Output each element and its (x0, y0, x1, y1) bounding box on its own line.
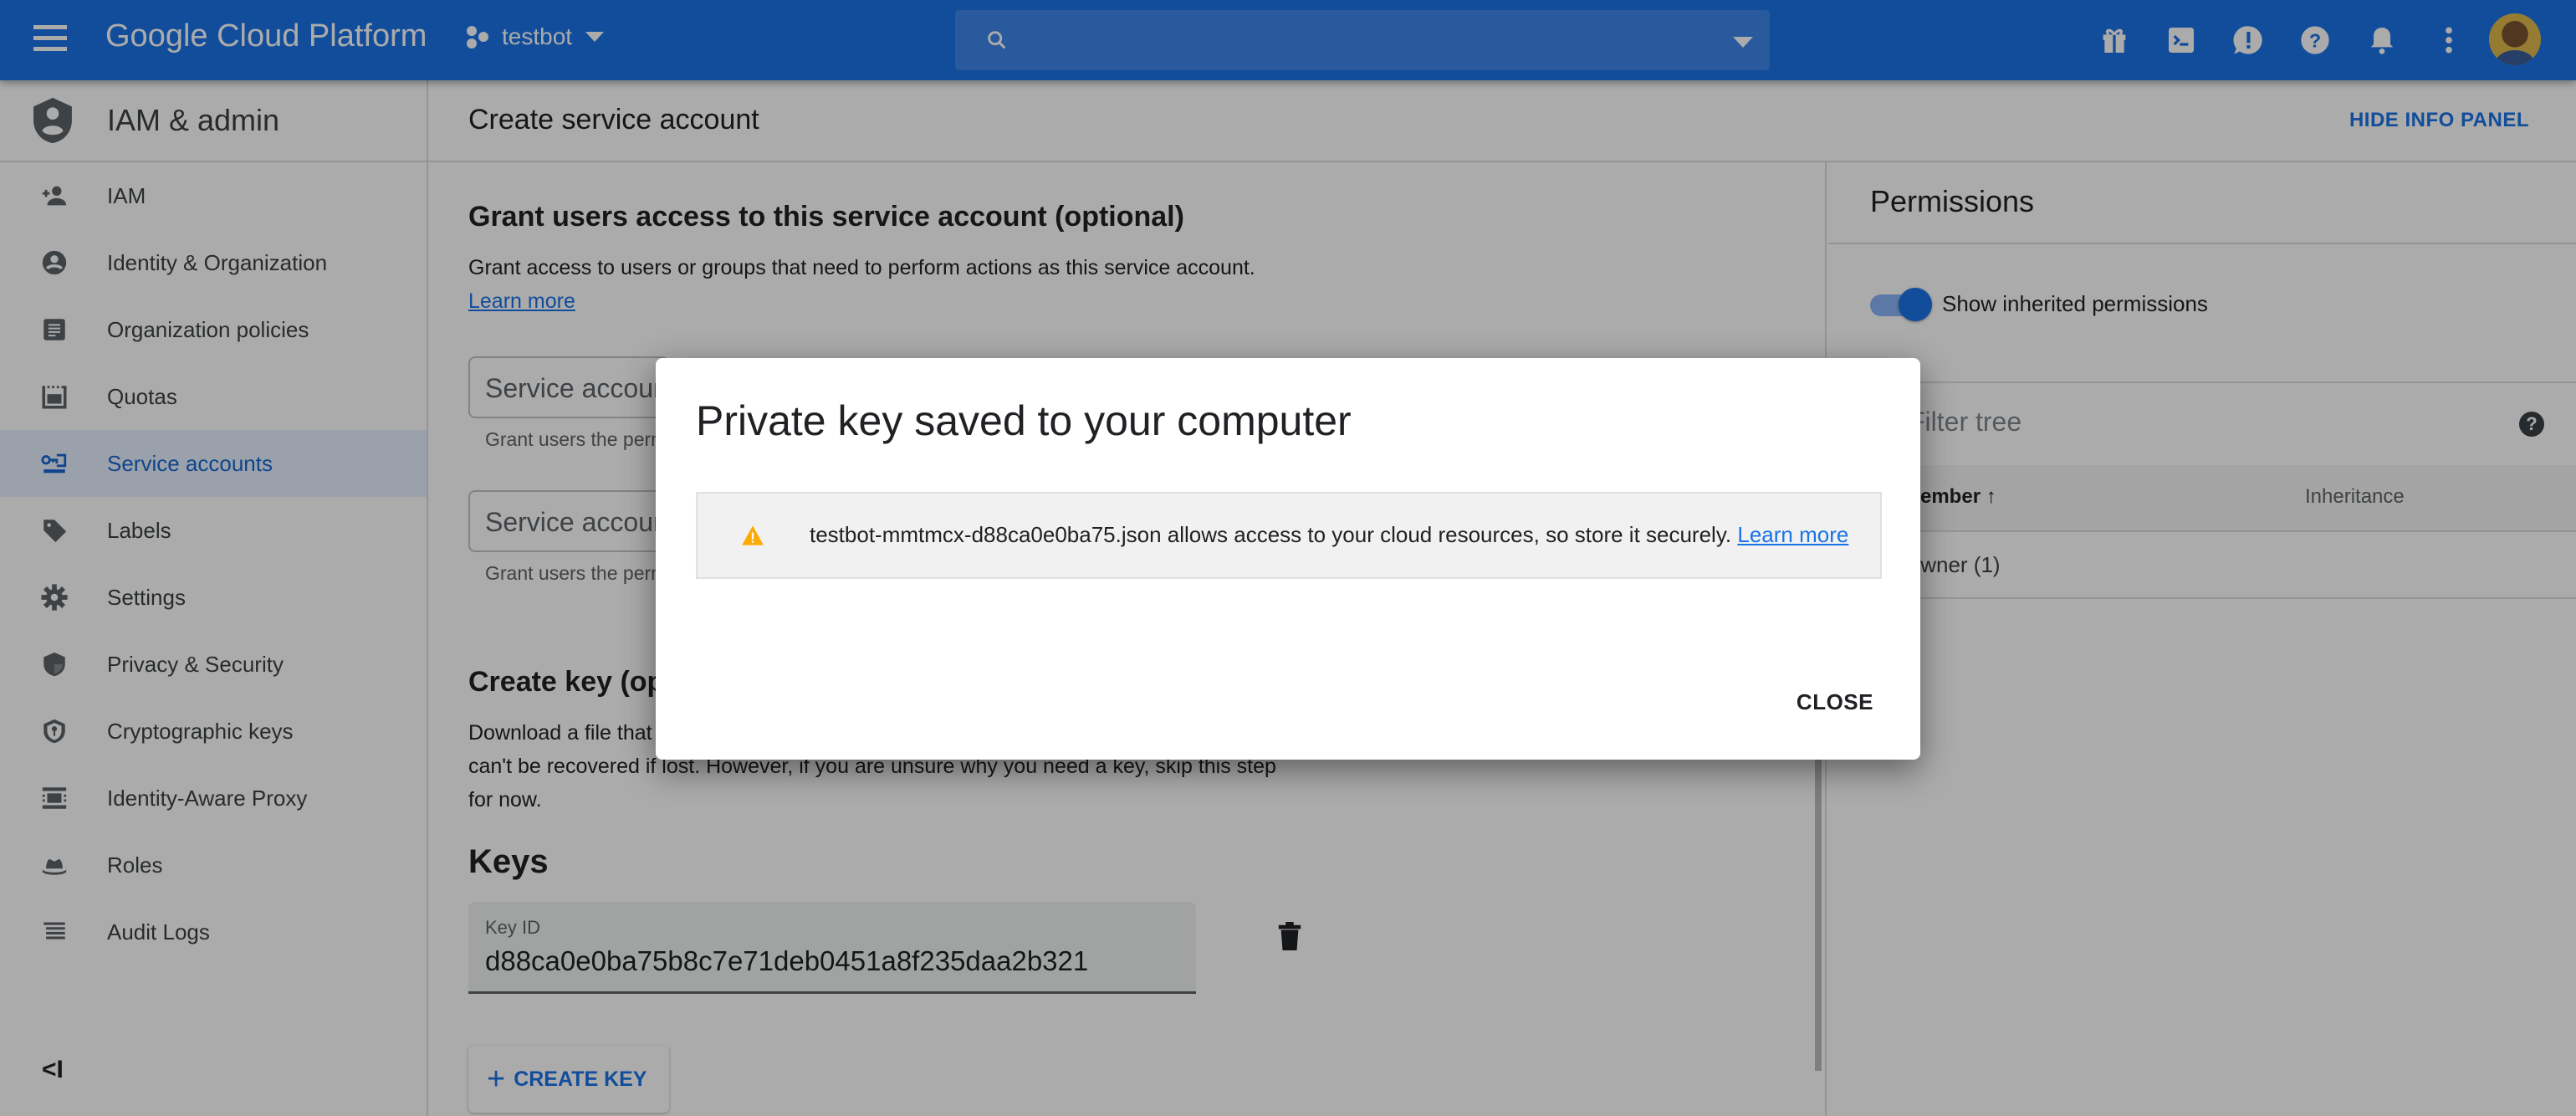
close-button[interactable]: CLOSE (1797, 689, 1873, 715)
dialog-title: Private key saved to your computer (696, 397, 1352, 444)
dialog-learn-more-link[interactable]: Learn more (1737, 522, 1848, 547)
warning-banner: testbot-mmtmcx-d88ca0e0ba75.json allows … (696, 492, 1882, 579)
warning-message: testbot-mmtmcx-d88ca0e0ba75.json allows … (810, 522, 1848, 548)
warning-text: testbot-mmtmcx-d88ca0e0ba75.json allows … (810, 522, 1732, 547)
private-key-saved-dialog: Private key saved to your computer testb… (656, 358, 1920, 760)
warning-icon (742, 525, 764, 545)
